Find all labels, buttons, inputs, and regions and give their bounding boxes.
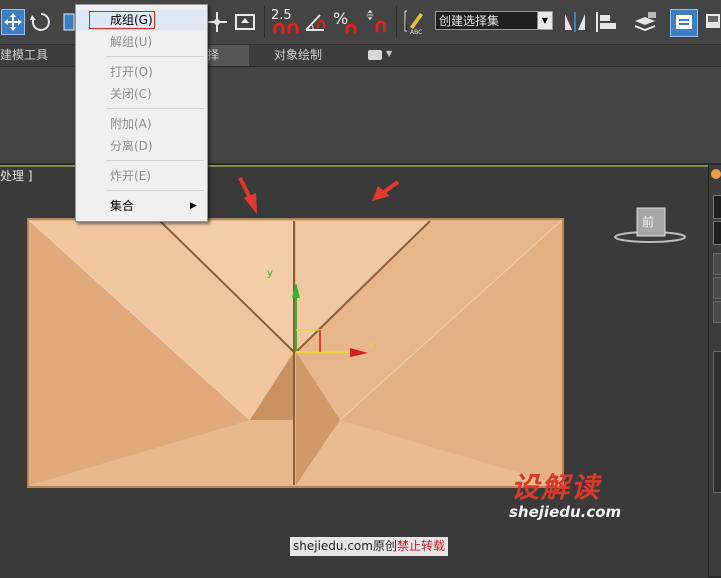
- menu-item-label: 附加(A): [110, 117, 152, 131]
- copyright-watermark: shejiedu.com原创禁止转载: [290, 537, 448, 556]
- annotation-arrow: [238, 177, 257, 214]
- viewcube-face-label[interactable]: 前: [642, 213, 654, 230]
- menu-item-label: 打开(O): [110, 65, 153, 79]
- axis-x-label: x: [368, 340, 374, 351]
- annotation-arrow: [372, 180, 400, 201]
- menu-item-label: 分离(D): [110, 139, 153, 153]
- menu-item-label: 关闭(C): [110, 87, 152, 101]
- menu-separator: [106, 190, 204, 191]
- menu-separator: [106, 160, 204, 161]
- menu-separator: [106, 56, 204, 57]
- menu-separator: [106, 108, 204, 109]
- brand-logo-text: 设解读: [511, 471, 602, 504]
- menu-item-attach[interactable]: 附加(A): [76, 114, 207, 134]
- menu-item-detach[interactable]: 分离(D): [76, 136, 207, 156]
- menu-item-ungroup[interactable]: 解组(U): [76, 32, 207, 52]
- menu-item-assembly[interactable]: 集合 ▶: [76, 196, 207, 216]
- group-menu: 成组(G) 解组(U) 打开(O) 关闭(C) 附加(A) 分离(D) 炸开(E…: [75, 4, 208, 222]
- menu-item-explode[interactable]: 炸开(E): [76, 166, 207, 186]
- 3d-object-plane[interactable]: [27, 218, 564, 488]
- submenu-arrow-icon: ▶: [190, 201, 197, 211]
- watermark-notice: 禁止转载: [396, 539, 445, 553]
- menu-item-group[interactable]: 成组(G): [76, 10, 207, 30]
- menu-item-open[interactable]: 打开(O): [76, 62, 207, 82]
- menu-item-close[interactable]: 关闭(C): [76, 84, 207, 104]
- menu-item-label: 炸开(E): [110, 169, 151, 183]
- menu-item-label: 集合: [110, 199, 135, 213]
- menu-item-label: 成组(G): [110, 13, 153, 27]
- menu-item-label: 解组(U): [110, 35, 153, 49]
- brand-url: shejiedu.com: [509, 503, 622, 521]
- watermark-site: shejiedu.com原创: [293, 539, 397, 553]
- axis-y-label: y: [267, 268, 273, 279]
